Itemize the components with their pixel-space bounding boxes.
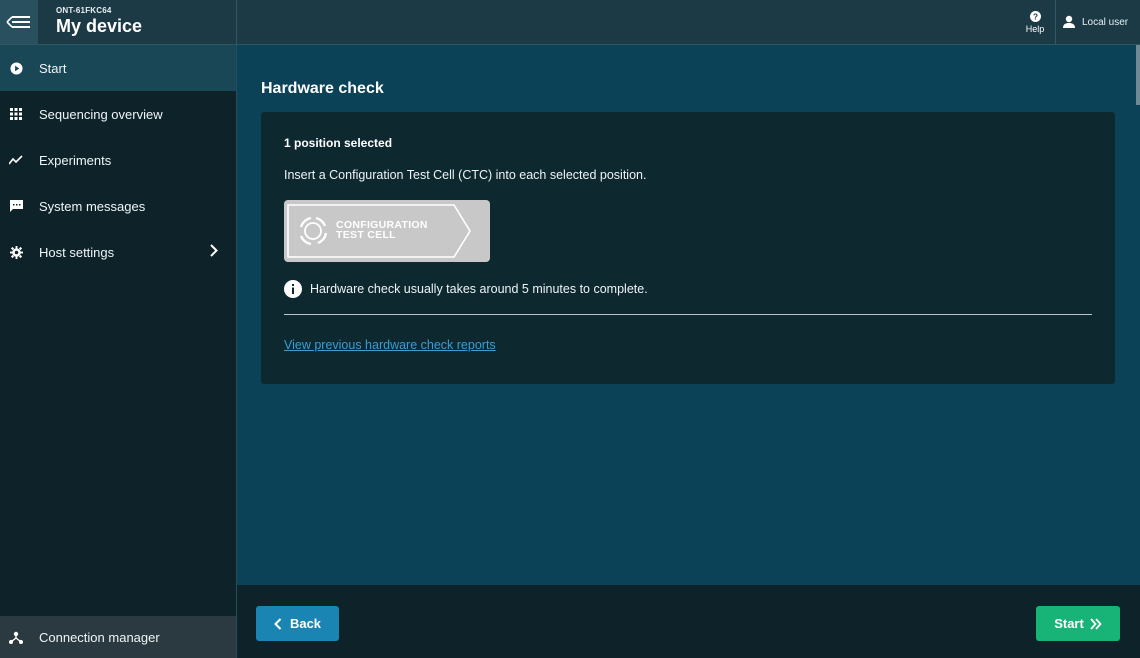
user-menu[interactable]: Local user <box>1062 0 1128 44</box>
connection-manager-button[interactable]: Connection manager <box>0 616 236 658</box>
menu-toggle-button[interactable] <box>0 0 38 44</box>
page-title: Hardware check <box>261 80 384 97</box>
menu-collapse-icon <box>6 16 30 28</box>
ctc-label: CONFIGURATION TEST CELL <box>336 220 428 241</box>
footer-bar <box>237 585 1140 658</box>
sidebar-item-label: System messages <box>39 198 146 214</box>
instruction-text: Insert a Configuration Test Cell (CTC) i… <box>284 168 647 182</box>
chevron-left-icon <box>274 617 282 630</box>
info-message: Hardware check usually takes around 5 mi… <box>284 280 648 298</box>
ctc-label-line2: TEST CELL <box>336 229 396 241</box>
header-divider <box>236 0 237 44</box>
sidebar-item-experiments[interactable]: Experiments <box>0 137 236 183</box>
user-label: Local user <box>1082 16 1129 28</box>
play-circle-icon <box>9 61 23 75</box>
user-icon <box>1063 15 1075 28</box>
sidebar-item-label: Host settings <box>39 244 115 260</box>
sidebar-item-label: Start <box>39 60 67 76</box>
network-icon <box>9 630 23 644</box>
sidebar-item-label: Sequencing overview <box>39 106 163 122</box>
sidebar-item-host-settings[interactable]: Host settings <box>0 229 236 275</box>
view-reports-link[interactable]: View previous hardware check reports <box>284 338 496 352</box>
header-divider <box>1055 0 1056 44</box>
help-label: Help <box>1025 23 1045 34</box>
configuration-test-cell-image: CONFIGURATION TEST CELL <box>284 200 490 262</box>
help-icon: ? <box>1029 10 1041 22</box>
grid-icon <box>9 107 23 121</box>
sidebar-item-sequencing-overview[interactable]: Sequencing overview <box>0 91 236 137</box>
info-icon <box>284 280 302 298</box>
hardware-check-card: 1 position selected Insert a Configurati… <box>261 112 1115 384</box>
help-button[interactable]: ? Help <box>1016 0 1054 44</box>
sidebar-item-label: Experiments <box>39 152 112 168</box>
start-button[interactable]: Start <box>1036 606 1120 641</box>
positions-selected: 1 position selected <box>284 136 393 150</box>
scrollbar[interactable] <box>1136 45 1140 105</box>
back-button[interactable]: Back <box>256 606 339 641</box>
chat-icon <box>9 199 23 213</box>
sidebar: Start Sequencing overview Experiments Sy… <box>0 45 237 658</box>
info-text: Hardware check usually takes around 5 mi… <box>310 282 648 296</box>
sidebar-item-start[interactable]: Start <box>0 45 236 91</box>
start-label: Start <box>1054 616 1084 631</box>
trend-line-icon <box>9 153 23 167</box>
divider <box>284 314 1092 315</box>
device-header: ONT-61FKC64 My device <box>56 6 142 37</box>
back-label: Back <box>289 616 322 631</box>
top-bar: ONT-61FKC64 My device ? Help Local user <box>0 0 1140 45</box>
double-chevron-right-icon <box>1090 617 1102 630</box>
connection-manager-label: Connection manager <box>39 629 160 645</box>
device-name: My device <box>56 16 143 36</box>
gear-icon <box>9 245 23 259</box>
device-id: ONT-61FKC64 <box>56 6 112 15</box>
chevron-right-icon <box>210 244 218 257</box>
sidebar-item-system-messages[interactable]: System messages <box>0 183 236 229</box>
svg-text:?: ? <box>1032 12 1037 21</box>
